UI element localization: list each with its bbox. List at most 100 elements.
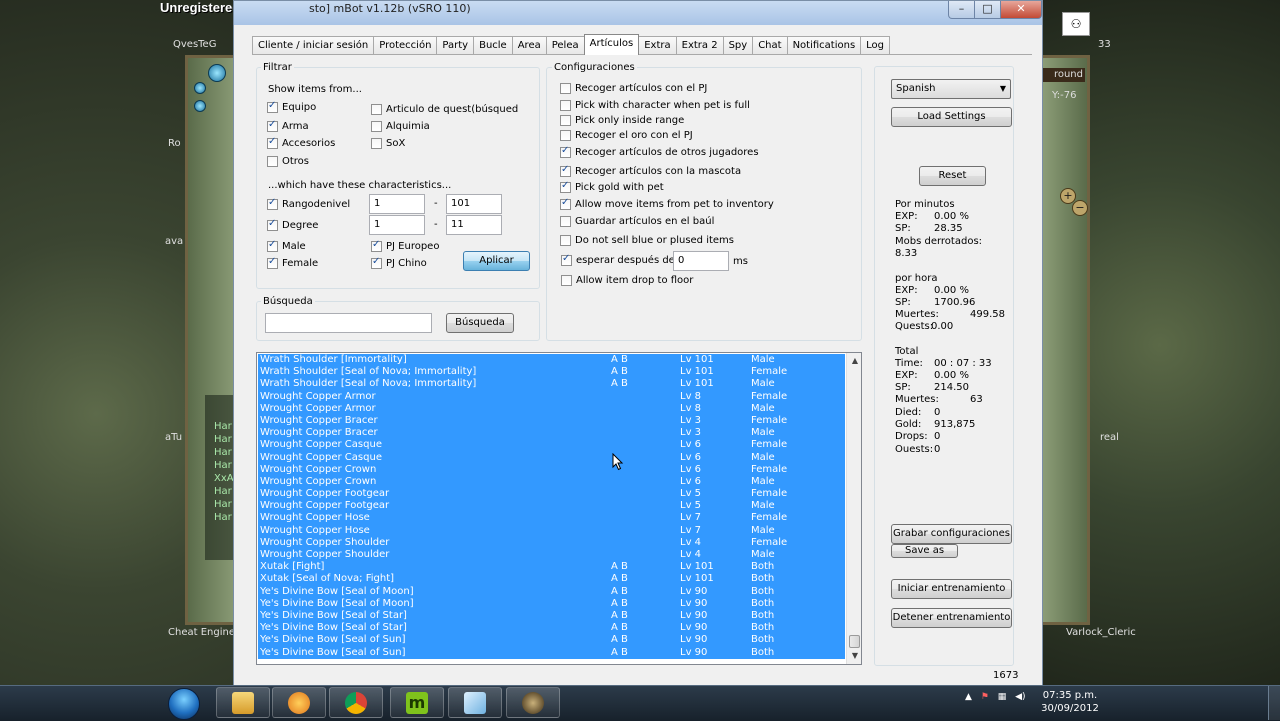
quest-checkbox[interactable]: Articulo de quest(búsqued [371, 104, 518, 115]
reset-button[interactable]: Reset [919, 166, 986, 186]
table-row[interactable]: Wrought Copper Armor Lv 8 Male [258, 403, 845, 415]
table-row[interactable]: Wrought Copper Shoulder Lv 4 Male [258, 549, 845, 561]
aplicar-button[interactable]: Aplicar [463, 251, 530, 271]
taskbar-media-player[interactable] [272, 687, 326, 718]
arma-checkbox[interactable]: Arma [267, 119, 309, 132]
zoom-out-icon[interactable]: − [1072, 200, 1088, 216]
alquimia-checkbox[interactable]: Alquimia [371, 121, 430, 132]
config-checkbox[interactable]: Recoger artículos con el PJ [560, 83, 707, 94]
table-row[interactable]: Ye's Divine Bow [Seal of Sun] A B Lv 90 Bot… [258, 647, 845, 659]
equipo-checkbox[interactable]: Equipo [267, 100, 316, 113]
tab-party[interactable]: Party [436, 36, 475, 55]
table-row[interactable]: Xutak [Fight] A B Lv 101 Both [258, 561, 845, 573]
tab-articulos[interactable]: Artículos [583, 34, 640, 55]
female-checkbox[interactable]: Female [267, 256, 318, 269]
titlebar[interactable]: sto] mBot v1.12b (vSRO 110) – □ ✕ [234, 1, 1042, 25]
table-row[interactable]: Wrought Copper Hose Lv 7 Male [258, 525, 845, 537]
table-row[interactable]: Wrought Copper Bracer Lv 3 Female [258, 415, 845, 427]
accesorios-checkbox[interactable]: Accesorios [267, 136, 335, 149]
tab-log[interactable]: Log [860, 36, 891, 55]
people-icon[interactable]: ⚇ [1062, 12, 1090, 36]
volume-icon[interactable]: ◀) [1015, 692, 1025, 702]
table-row[interactable]: Wrought Copper Bracer Lv 3 Male [258, 427, 845, 439]
table-row[interactable]: Wrought Copper Footgear Lv 5 Female [258, 488, 845, 500]
taskbar-silkroad[interactable] [506, 687, 560, 718]
tab-chat[interactable]: Chat [752, 36, 788, 55]
allow-drop-checkbox[interactable]: Allow item drop to floor [561, 275, 693, 286]
detener-entrenamiento-button[interactable]: Detener entrenamiento [891, 608, 1012, 628]
config-checkbox[interactable]: Pick gold with pet [560, 180, 664, 193]
busqueda-input[interactable] [265, 313, 432, 333]
config-checkbox[interactable]: Pick only inside range [560, 115, 684, 126]
clock[interactable]: 07:35 p.m. 30/09/2012 [1040, 689, 1100, 715]
config-checkbox[interactable]: Allow move items from pet to inventory [560, 197, 774, 210]
rango-checkbox[interactable]: Rangodenivel [267, 197, 350, 210]
table-row[interactable]: Ye's Divine Bow [Seal of Star] A B Lv 90 Bo… [258, 622, 845, 634]
close-button[interactable]: ✕ [1000, 1, 1042, 19]
taskbar-explorer[interactable] [216, 687, 270, 718]
table-row[interactable]: Wrath Shoulder [Seal of Nova; Immortalit… [258, 366, 845, 378]
esperar-checkbox[interactable]: esperar después de r [561, 253, 682, 266]
esperar-input[interactable]: 0 [673, 251, 729, 271]
sox-checkbox[interactable]: SoX [371, 138, 405, 149]
language-select[interactable]: Spanish ▼ [891, 79, 1011, 99]
tab-extra[interactable]: Extra [638, 36, 677, 55]
scroll-down-icon[interactable]: ▼ [849, 650, 861, 662]
tab-extra-2[interactable]: Extra 2 [675, 36, 724, 55]
degree-checkbox[interactable]: Degree [267, 218, 318, 231]
scroll-up-icon[interactable]: ▲ [849, 355, 861, 367]
table-row[interactable]: Wrought Copper Casque Lv 6 Female [258, 439, 845, 451]
rango-min-input[interactable]: 1 [369, 194, 425, 214]
flag-icon[interactable]: ⚑ [981, 692, 989, 702]
table-row[interactable]: Ye's Divine Bow [Seal of Moon] A B Lv 90 Bo… [258, 598, 845, 610]
table-row[interactable]: Xutak [Seal of Nova; Fight] A B Lv 101 Both [258, 573, 845, 585]
table-row[interactable]: Ye's Divine Bow [Seal of Moon] A B Lv 90 Bo… [258, 586, 845, 598]
table-row[interactable]: Wrath Shoulder [Immortality] A B Lv 101 Mal… [258, 354, 845, 366]
save-as-button[interactable]: Save as [891, 544, 958, 558]
taskbar-notes[interactable] [448, 687, 502, 718]
tab-spy[interactable]: Spy [722, 36, 754, 55]
rango-max-input[interactable]: 101 [446, 194, 502, 214]
iniciar-entrenamiento-button[interactable]: Iniciar entrenamiento [891, 579, 1012, 599]
table-row[interactable]: Wrought Copper Crown Lv 6 Female [258, 464, 845, 476]
male-checkbox[interactable]: Male [267, 239, 306, 252]
tab-cliente[interactable]: Cliente / iniciar sesión [252, 36, 375, 55]
taskbar-mbot[interactable]: m [390, 687, 444, 718]
scroll-thumb[interactable] [849, 635, 860, 648]
pj-chino-checkbox[interactable]: PJ Chino [371, 256, 427, 269]
otros-checkbox[interactable]: Otros [267, 156, 309, 167]
network-icon[interactable]: ▦ [998, 692, 1007, 702]
tab-area[interactable]: Area [511, 36, 547, 55]
minimize-button[interactable]: – [948, 1, 975, 19]
tab-notifications[interactable]: Notifications [786, 36, 862, 55]
table-row[interactable]: Ye's Divine Bow [Seal of Sun] A B Lv 90 Bot… [258, 634, 845, 646]
config-checkbox[interactable]: Guardar artículos en el baúl [560, 216, 714, 227]
config-checkbox[interactable]: Recoger artículos de otros jugadores [560, 145, 759, 158]
table-row[interactable]: Ye's Divine Bow [Seal of Star] A B Lv 90 Bo… [258, 610, 845, 622]
busqueda-button[interactable]: Búsqueda [446, 313, 514, 333]
tab-proteccion[interactable]: Protección [373, 36, 438, 55]
config-checkbox[interactable]: Recoger artículos con la mascota [560, 164, 741, 177]
table-row[interactable]: Wrought Copper Casque Lv 6 Male [258, 452, 845, 464]
table-row[interactable]: Wrought Copper Hose Lv 7 Female [258, 512, 845, 524]
system-tray[interactable]: ▲ ⚑ ▦ ◀) [965, 692, 1026, 702]
list-scrollbar[interactable]: ▲ ▼ [846, 353, 861, 664]
maximize-button[interactable]: □ [974, 1, 1001, 19]
load-settings-button[interactable]: Load Settings [891, 107, 1012, 127]
show-desktop-button[interactable] [1268, 686, 1280, 720]
degree-max-input[interactable]: 11 [446, 215, 502, 235]
config-checkbox[interactable]: Do not sell blue or plused items [560, 235, 734, 246]
grabar-configuraciones-button[interactable]: Grabar configuraciones [891, 524, 1012, 544]
table-row[interactable]: Wrought Copper Footgear Lv 5 Male [258, 500, 845, 512]
table-row[interactable]: Wrought Copper Crown Lv 6 Male [258, 476, 845, 488]
item-list[interactable]: Wrath Shoulder [Immortality] A B Lv 101 Mal… [256, 352, 862, 665]
table-row[interactable]: Wrought Copper Armor Lv 8 Female [258, 391, 845, 403]
tray-up-arrow-icon[interactable]: ▲ [965, 692, 972, 702]
table-row[interactable]: Wrought Copper Shoulder Lv 4 Female [258, 537, 845, 549]
config-checkbox[interactable]: Pick with character when pet is full [560, 100, 750, 111]
table-row[interactable]: Wrath Shoulder [Seal of Nova; Immortalit… [258, 378, 845, 390]
tab-pelea[interactable]: Pelea [545, 36, 585, 55]
pj-europeo-checkbox[interactable]: PJ Europeo [371, 239, 439, 252]
tab-bucle[interactable]: Bucle [473, 36, 513, 55]
taskbar-chrome[interactable] [329, 687, 383, 718]
